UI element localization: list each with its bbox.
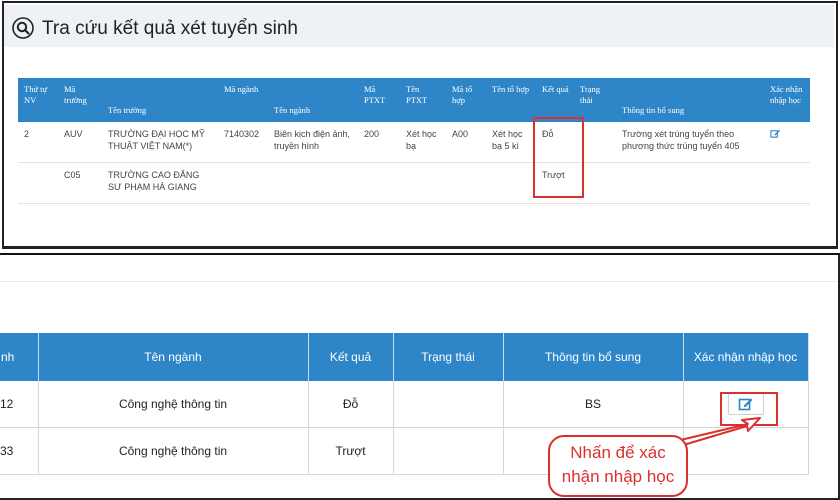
cell-ma-ptxt [358,162,400,204]
top-panel: Tra cứu kết quả xét tuyển sinh Thứ tự NV… [0,0,840,249]
cell-xac-nhan [683,427,809,475]
results-table: Thứ tự NV Mã trường Tên trường Mã ngành … [18,78,810,204]
col-header: Tên trường [102,78,218,122]
col-header: Tên PTXT [400,78,446,122]
cell-ten-ptxt [400,162,446,204]
cell-stt: 2 [18,122,58,163]
col-header: Tên tổ hợp [486,78,536,122]
cell-ten-ptxt: Xét học bạ [400,122,446,163]
col-header: Trạng thái [574,78,616,122]
cell-ma-nganh: 7140302 [218,122,268,163]
col-header: Xác nhận nhập học [764,78,810,122]
cell-ten-truong: TRƯỜNG CAO ĐẲNG SƯ PHẠM HÀ GIANG [102,162,218,204]
cell-ma-truong: C05 [58,162,102,204]
cell-ma-to-hop [446,162,486,204]
cell-ten-nganh [268,162,358,204]
col-header: Tên ngành [268,78,358,122]
bottom-panel: nh Tên ngành Kết quả Trạng thái Thông ti… [0,253,840,500]
cell-thong-tin [616,162,764,204]
table-header: Thứ tự NV Mã trường Tên trường Mã ngành … [18,78,810,122]
cell-trang-thai [393,427,504,475]
search-icon [12,17,34,39]
callout-bubble: Nhấn để xác nhận nhập học [548,435,688,497]
table-header: nh Tên ngành Kết quả Trạng thái Thông ti… [0,333,809,381]
title-bar: Tra cứu kết quả xét tuyển sinh [4,5,834,47]
cell-ma-nganh [218,162,268,204]
cell-ten-to-hop [486,162,536,204]
cell-xac-nhan [764,122,810,163]
cell-code: 33 [0,427,39,475]
cell-thong-tin: BS [503,381,684,428]
col-header: Xác nhận nhập học [683,333,809,381]
divider [0,281,838,282]
col-header: Mã trường [58,78,102,122]
cell-code: 12 [0,381,39,428]
cell-ten-nganh: Công nghệ thông tin [38,427,309,475]
cell-trang-thai [393,381,504,428]
col-header: Tên ngành [38,333,309,381]
edit-icon[interactable] [770,128,781,139]
col-header: Kết quả [536,78,574,122]
cell-xac-nhan [764,162,810,204]
table-row: 12 Công nghệ thông tin Đỗ BS [0,381,809,428]
col-header: Thứ tự NV [18,78,58,122]
cell-ma-to-hop: A00 [446,122,486,163]
cell-ten-to-hop: Xét học bạ 5 kì [486,122,536,163]
col-header: Thông tin bổ sung [503,333,684,381]
col-header: Mã PTXT [358,78,400,122]
col-header: Mã ngành [218,78,268,122]
cell-ma-truong: AUV [58,122,102,163]
cell-ten-nganh: Biên kịch điện ảnh, truyền hình [268,122,358,163]
cell-ket-qua: Đỗ [308,381,394,428]
table-row: C05 TRƯỜNG CAO ĐẲNG SƯ PHẠM HÀ GIANG Trư… [18,162,810,204]
col-header: nh [0,333,39,381]
result-highlight-box [533,117,584,198]
col-header: Trạng thái [393,333,504,381]
callout-text: Nhấn để xác nhận nhập học [561,443,675,486]
cell-thong-tin: Trường xét trúng tuyển theo phương thức … [616,122,764,163]
col-header: Kết quả [308,333,394,381]
col-header: Mã tổ hợp [446,78,486,122]
cell-ma-ptxt: 200 [358,122,400,163]
cell-ket-qua: Trượt [308,427,394,475]
cell-stt [18,162,58,204]
col-header: Thông tin bổ sung [616,78,764,122]
table-row: 2 AUV TRƯỜNG ĐẠI HỌC MỸ THUẬT VIỆT NAM(*… [18,122,810,163]
button-highlight-box [720,392,778,426]
cell-ten-nganh: Công nghệ thông tin [38,381,309,428]
page-title: Tra cứu kết quả xét tuyển sinh [42,18,298,39]
cell-ten-truong: TRƯỜNG ĐẠI HỌC MỸ THUẬT VIỆT NAM(*) [102,122,218,163]
